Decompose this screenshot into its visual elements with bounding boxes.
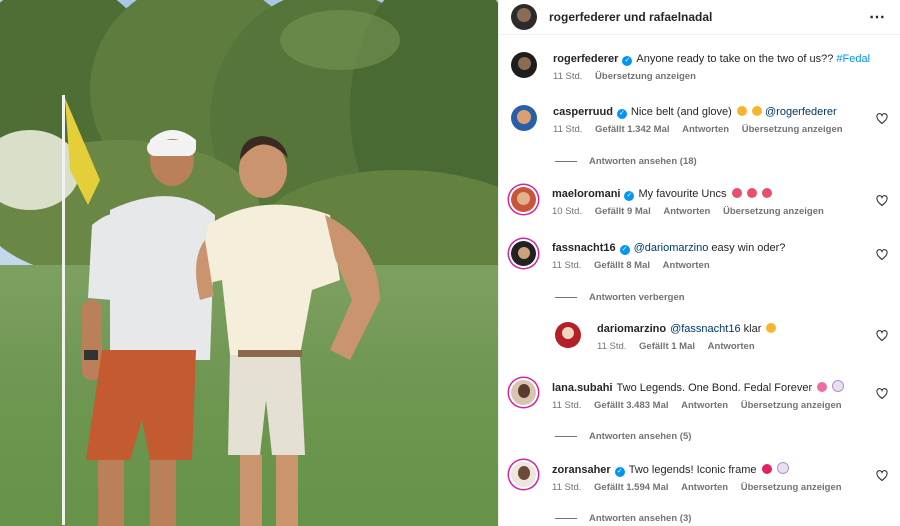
comment-time: 10 Std. [552,206,583,217]
caption-time: 11 Std. [553,71,583,82]
view-replies-label[interactable]: Antworten ansehen (3) [589,513,691,524]
like-heart-icon[interactable] [876,470,888,482]
post-header: rogerfederer und rafaelnadal ⋯ [499,0,900,35]
reply-time: 11 Std. [597,341,627,352]
mention-link[interactable]: @fassnacht16 [670,323,741,335]
grinning-emoji-icon [736,106,747,116]
comment-text: easy win oder? [711,242,786,254]
comment-likes[interactable]: Gefällt 1.594 Mal [594,482,668,493]
comment-text: Two legends! Iconic frame [628,464,757,476]
like-heart-icon[interactable] [876,330,888,342]
translate-button[interactable]: Übersetzung anzeigen [742,124,843,135]
post-photo[interactable] [0,0,498,526]
comment-time: 11 Std. [552,482,582,493]
mention-link[interactable]: @rogerfederer [765,106,837,118]
comment-likes[interactable]: Gefällt 3.483 Mal [594,400,668,411]
reply-button[interactable]: Antworten [681,400,728,411]
translate-button[interactable]: Übersetzung anzeigen [741,482,842,493]
comment-avatar[interactable] [511,462,536,487]
reply-text: klar [743,323,762,335]
comment-avatar[interactable] [511,241,536,266]
caption-text: Anyone ready to take on the two of us?? [636,53,834,65]
reply-avatar[interactable] [555,322,581,348]
like-heart-icon[interactable] [876,249,888,261]
heart-eyes-emoji-icon [751,106,762,116]
comment-item: fassnacht16 ✓ @dariomarzino easy win oder?… [511,241,888,271]
comment-avatar[interactable] [511,105,537,131]
reply-button[interactable]: Antworten [708,341,755,352]
reply-username[interactable]: dariomarzino [597,323,666,335]
golf-course-photo [0,0,498,526]
replies-divider [555,297,577,298]
verified-icon: ✓ [614,467,625,477]
caption-avatar[interactable] [511,52,537,78]
more-options-icon[interactable]: ⋯ [869,7,886,27]
comment-text: Nice belt (and glove) [630,106,732,118]
caption-translate-button[interactable]: Übersetzung anzeigen [595,71,696,82]
laughing-emoji-icon [731,188,742,198]
mention-link[interactable]: @dariomarzino [634,242,709,254]
comment-time: 11 Std. [553,124,583,135]
replies-divider [555,518,577,519]
red-heart-emoji-icon [761,464,772,474]
verified-icon: ✓ [624,191,635,201]
tennis-racket-emoji-icon [832,380,845,392]
reply-item: dariomarzino @fassnacht16 klar 11 Std. Ge… [555,322,888,352]
comment-username[interactable]: zoransaher [552,464,611,476]
comment-likes[interactable]: Gefällt 1.342 Mal [595,124,669,135]
post-author-avatar[interactable] [511,4,537,30]
view-replies-label[interactable]: Antworten ansehen (5) [589,431,691,442]
post-header-title[interactable]: rogerfederer und rafaelnadal [549,10,869,24]
view-replies-button[interactable]: Antworten ansehen (18) [555,156,697,167]
comment-username[interactable]: maeloromani [552,188,620,200]
reply-button[interactable]: Antworten [682,124,729,135]
reply-likes[interactable]: Gefällt 1 Mal [639,341,695,352]
comment-item: maeloromani ✓ My favourite Uncs 10 Std. Ge… [511,187,888,217]
hide-replies-button[interactable]: Antworten verbergen [555,292,685,303]
comment-username[interactable]: lana.subahi [552,382,613,394]
comment-time: 11 Std. [552,260,582,271]
hide-replies-label[interactable]: Antworten verbergen [589,292,685,303]
comment-item: lana.subahi Two Legends. One Bond. Fedal … [511,380,888,411]
verified-icon: ✓ [616,109,627,119]
like-heart-icon[interactable] [876,113,888,125]
comment-username[interactable]: fassnacht16 [552,242,616,254]
tennis-racket-emoji-icon [776,462,789,474]
like-heart-icon[interactable] [876,195,888,207]
reply-button[interactable]: Antworten [681,482,728,493]
comment-avatar[interactable] [511,187,536,212]
comment-item: casperruud ✓ Nice belt (and glove) @rogerf… [511,105,888,135]
post-viewer: rogerfederer und rafaelnadal ⋯ rogerfede… [0,0,900,526]
verified-icon: ✓ [622,56,633,66]
translate-button[interactable]: Übersetzung anzeigen [723,206,824,217]
comment-text: My favourite Uncs [638,188,727,200]
comment-avatar[interactable] [511,380,536,405]
post-caption: rogerfederer ✓ Anyone ready to take on the… [511,52,888,82]
replies-divider [555,436,577,437]
verified-icon: ✓ [619,245,630,255]
comments-panel: rogerfederer und rafaelnadal ⋯ rogerfede… [498,0,900,526]
laughing-emoji-icon [746,188,757,198]
like-heart-icon[interactable] [876,388,888,400]
translate-button[interactable]: Übersetzung anzeigen [741,400,842,411]
smiling-emoji-icon [766,323,777,333]
comment-item: zoransaher ✓ Two legends! Iconic frame 11 … [511,462,888,493]
view-replies-label[interactable]: Antworten ansehen (18) [589,156,697,167]
pink-hearts-emoji-icon [817,382,828,392]
caption-username[interactable]: rogerfederer [553,53,618,65]
view-replies-button[interactable]: Antworten ansehen (5) [555,431,691,442]
replies-divider [555,161,577,162]
comment-likes[interactable]: Gefällt 8 Mal [594,260,650,271]
comment-text: Two Legends. One Bond. Fedal Forever [616,382,813,394]
reply-button[interactable]: Antworten [663,260,710,271]
view-replies-button[interactable]: Antworten ansehen (3) [555,513,691,524]
reply-button[interactable]: Antworten [663,206,710,217]
comment-time: 11 Std. [552,400,582,411]
laughing-emoji-icon [761,188,772,198]
comment-likes[interactable]: Gefällt 9 Mal [595,206,651,217]
hashtag-link[interactable]: #Fedal [836,53,870,65]
comment-username[interactable]: casperruud [553,106,613,118]
